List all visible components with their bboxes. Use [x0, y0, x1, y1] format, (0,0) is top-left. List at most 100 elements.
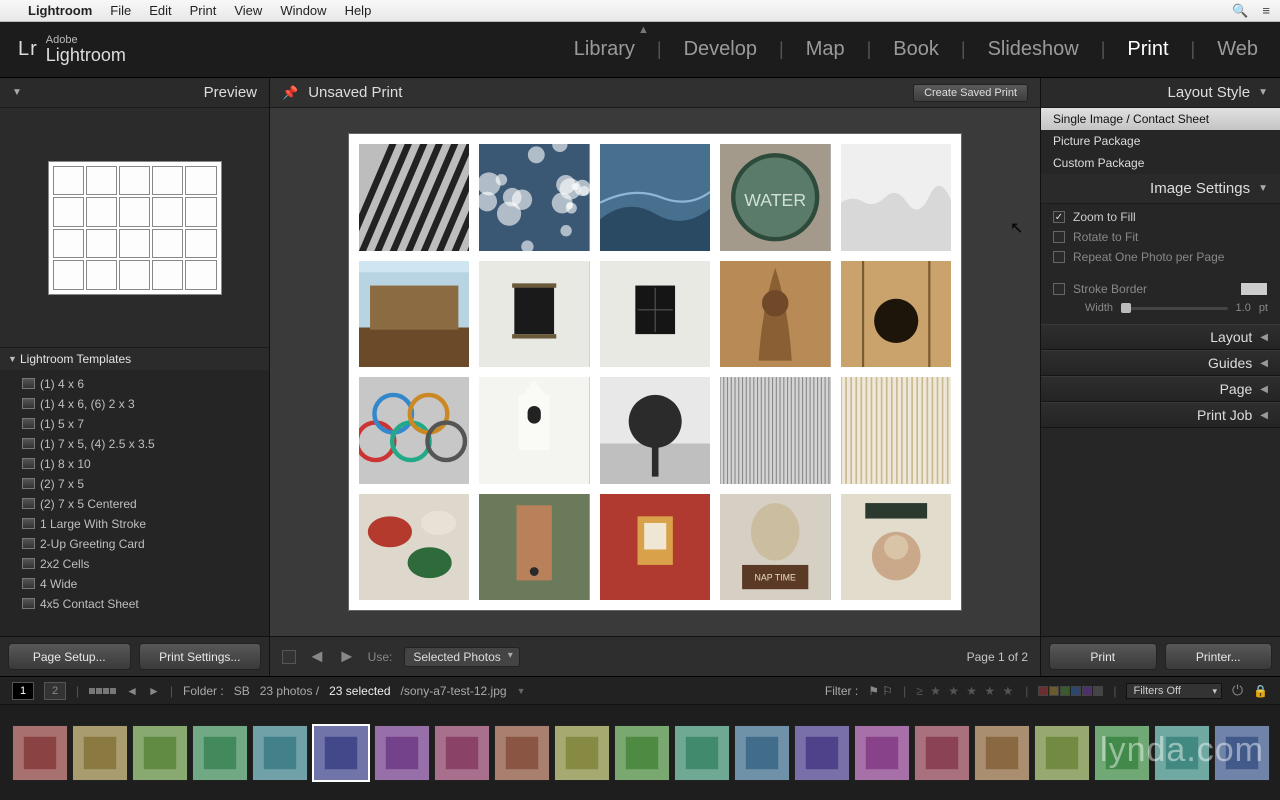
filmstrip-thumb[interactable] [494, 725, 550, 781]
filmstrip-thumb[interactable] [132, 725, 188, 781]
filmstrip-thumb[interactable] [794, 725, 850, 781]
page-cell[interactable] [841, 377, 951, 484]
page-cell[interactable] [841, 494, 951, 601]
template-item[interactable]: 4x5 Contact Sheet [0, 594, 269, 614]
page-cell[interactable] [841, 261, 951, 368]
menu-edit[interactable]: Edit [149, 3, 171, 18]
filmstrip-thumb[interactable] [72, 725, 128, 781]
panel-section-print-job[interactable]: Print Job◀ [1041, 402, 1280, 428]
template-item[interactable]: 4 Wide [0, 574, 269, 594]
next-page-icon[interactable]: ► [338, 646, 356, 667]
filmstrip-thumb[interactable] [554, 725, 610, 781]
filmstrip-thumb[interactable] [192, 725, 248, 781]
spotlight-icon[interactable]: 🔍 [1232, 3, 1248, 19]
repeat-one-checkbox[interactable]: Repeat One Photo per Page [1053, 250, 1268, 264]
module-slideshow[interactable]: Slideshow [984, 38, 1083, 61]
stroke-border-checkbox[interactable]: Stroke Border [1053, 282, 1147, 296]
filmstrip-thumb[interactable] [1034, 725, 1090, 781]
print-button[interactable]: Print [1049, 643, 1157, 670]
layout-style-option[interactable]: Single Image / Contact Sheet [1041, 108, 1280, 130]
folder-name[interactable]: SB [234, 684, 250, 698]
panel-section-layout[interactable]: Layout◀ [1041, 324, 1280, 350]
filmstrip-thumb[interactable] [1154, 725, 1210, 781]
layout-style-option[interactable]: Picture Package [1041, 130, 1280, 152]
menu-view[interactable]: View [234, 3, 262, 18]
template-item[interactable]: (1) 4 x 6 [0, 374, 269, 394]
page-cell[interactable] [600, 494, 710, 601]
page-cell[interactable] [720, 377, 830, 484]
print-stage[interactable]: WATERNAP TIME ↖ [270, 108, 1040, 636]
primary-display-button[interactable]: 1 [12, 682, 34, 700]
print-settings-button[interactable]: Print Settings... [139, 643, 262, 670]
create-saved-print-button[interactable]: Create Saved Print [913, 84, 1028, 102]
printer-button[interactable]: Printer... [1165, 643, 1273, 670]
module-library[interactable]: Library [570, 38, 639, 61]
pin-icon[interactable]: 📌 [282, 85, 298, 101]
page-cell[interactable] [479, 261, 589, 368]
template-item[interactable]: (1) 7 x 5, (4) 2.5 x 3.5 [0, 434, 269, 454]
filmstrip-thumb[interactable] [854, 725, 910, 781]
template-item[interactable]: (1) 4 x 6, (6) 2 x 3 [0, 394, 269, 414]
flag-filter-icon[interactable]: ⚑ ⚐ [868, 684, 893, 698]
prev-page-icon[interactable]: ◄ [308, 646, 326, 667]
filmstrip-thumb[interactable] [312, 724, 370, 782]
filter-lock-icon[interactable]: 🔒 [1253, 684, 1268, 698]
filter-preset-select[interactable]: Filters Off [1126, 683, 1221, 699]
filter-switch-icon[interactable]: ⏻ [1232, 682, 1243, 699]
menu-help[interactable]: Help [345, 3, 372, 18]
filmstrip-thumb[interactable] [974, 725, 1030, 781]
filmstrip-thumb[interactable] [374, 725, 430, 781]
page-cell[interactable] [720, 261, 830, 368]
template-item[interactable]: 2x2 Cells [0, 554, 269, 574]
page-cell[interactable] [600, 377, 710, 484]
panel-section-page[interactable]: Page◀ [1041, 376, 1280, 402]
page-setup-button[interactable]: Page Setup... [8, 643, 131, 670]
breadcrumb-dropdown-icon[interactable]: ▼ [517, 686, 526, 696]
filmstrip-thumb[interactable] [614, 725, 670, 781]
filmstrip-thumb[interactable] [434, 725, 490, 781]
page-cell[interactable] [359, 377, 469, 484]
template-item[interactable]: 2-Up Greeting Card [0, 534, 269, 554]
preview-panel-header[interactable]: ▼ Preview [0, 78, 269, 108]
page-cell[interactable]: WATER [720, 144, 830, 251]
rotate-to-fit-checkbox[interactable]: Rotate to Fit [1053, 230, 1268, 244]
page-cell[interactable] [359, 261, 469, 368]
layout-style-header[interactable]: Layout Style ▼ [1041, 78, 1280, 108]
template-item[interactable]: (1) 8 x 10 [0, 454, 269, 474]
module-print[interactable]: Print [1123, 38, 1172, 61]
stroke-color-swatch[interactable] [1240, 282, 1268, 296]
filmstrip-thumb[interactable] [252, 725, 308, 781]
soft-proof-checkbox[interactable] [282, 650, 296, 664]
stroke-width-slider[interactable] [1121, 307, 1228, 310]
page-cell[interactable] [841, 144, 951, 251]
templates-group-header[interactable]: Lightroom Templates [0, 348, 269, 370]
filmstrip-thumbs[interactable] [0, 705, 1280, 800]
template-item[interactable]: (2) 7 x 5 [0, 474, 269, 494]
template-item[interactable]: (1) 5 x 7 [0, 414, 269, 434]
filmstrip-thumb[interactable] [914, 725, 970, 781]
page-cell[interactable] [600, 261, 710, 368]
filmstrip-thumb[interactable] [674, 725, 730, 781]
panel-section-guides[interactable]: Guides◀ [1041, 350, 1280, 376]
template-item[interactable]: (2) 7 x 5 Centered [0, 494, 269, 514]
page-cell[interactable] [359, 144, 469, 251]
use-photos-select[interactable]: Selected Photos [404, 647, 519, 667]
menu-window[interactable]: Window [280, 3, 326, 18]
page-cell[interactable] [359, 494, 469, 601]
module-map[interactable]: Map [802, 38, 849, 61]
rating-filter[interactable]: ≥ ★ ★ ★ ★ ★ [916, 684, 1015, 698]
menu-file[interactable]: File [110, 3, 131, 18]
page-cell[interactable] [479, 144, 589, 251]
page-cell[interactable]: NAP TIME [720, 494, 830, 601]
page-cell[interactable] [479, 377, 589, 484]
next-photo-icon[interactable]: ► [148, 684, 160, 698]
secondary-display-button[interactable]: 2 [44, 682, 66, 700]
menu-extras-icon[interactable]: ≡ [1262, 3, 1270, 19]
filmstrip-thumb[interactable] [734, 725, 790, 781]
module-web[interactable]: Web [1213, 38, 1262, 61]
zoom-to-fill-checkbox[interactable]: ✓Zoom to Fill [1053, 210, 1268, 224]
filmstrip-thumb[interactable] [1094, 725, 1150, 781]
prev-photo-icon[interactable]: ◄ [126, 684, 138, 698]
image-settings-header[interactable]: Image Settings ▼ [1041, 174, 1280, 204]
grid-view-icon[interactable] [89, 688, 116, 694]
